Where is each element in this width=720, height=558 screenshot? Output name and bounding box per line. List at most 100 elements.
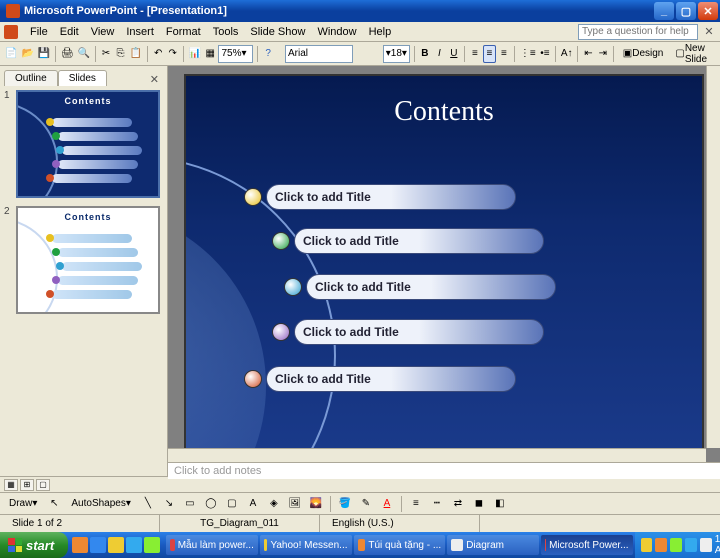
line-style-icon[interactable]: ≡ [407, 495, 425, 513]
maximize-button[interactable]: ▢ [676, 2, 696, 20]
app-icon [6, 4, 20, 18]
italic-button[interactable]: I [433, 45, 445, 63]
doc-close-button[interactable]: ✕ [702, 25, 716, 38]
help-icon[interactable]: ? [262, 45, 274, 63]
content-pill[interactable]: Click to add Title [266, 184, 516, 210]
font-combo[interactable]: Arial [285, 45, 353, 63]
decrease-indent-icon[interactable]: ⇤ [582, 45, 594, 63]
line-icon[interactable]: ╲ [139, 495, 157, 513]
tray-icon[interactable] [641, 538, 653, 552]
slide-title[interactable]: Contents [186, 96, 702, 128]
close-button[interactable]: ✕ [698, 2, 718, 20]
vertical-scrollbar[interactable] [706, 66, 720, 448]
menu-help[interactable]: Help [363, 24, 398, 40]
3d-icon[interactable]: ◧ [491, 495, 509, 513]
oval-icon[interactable]: ◯ [202, 495, 220, 513]
slide-canvas[interactable]: Contents Click to add Title Click to add … [184, 74, 704, 454]
select-arrow-icon[interactable]: ↖ [45, 495, 63, 513]
paste-icon[interactable]: 📋 [129, 45, 143, 63]
help-search-input[interactable] [578, 24, 698, 40]
autoshapes-menu[interactable]: AutoShapes ▾ [66, 495, 136, 513]
zoom-combo[interactable]: 75% ▾ [218, 45, 253, 63]
underline-button[interactable]: U [448, 45, 460, 63]
align-center-icon[interactable]: ≡ [483, 45, 495, 63]
new-icon[interactable]: 📄 [4, 45, 18, 63]
menu-view[interactable]: View [85, 24, 121, 40]
preview-icon[interactable]: 🔍 [77, 45, 91, 63]
sorter-view-button[interactable]: ⊞ [20, 479, 34, 491]
textbox-icon[interactable]: ▢ [223, 495, 241, 513]
task-item[interactable]: Yahoo! Messen... [260, 535, 352, 555]
minimize-button[interactable]: _ [654, 2, 674, 20]
menu-window[interactable]: Window [311, 24, 362, 40]
menu-slideshow[interactable]: Slide Show [244, 24, 311, 40]
menu-format[interactable]: Format [160, 24, 207, 40]
menu-insert[interactable]: Insert [120, 24, 160, 40]
bold-button[interactable]: B [419, 45, 431, 63]
arrow-icon[interactable]: ↘ [160, 495, 178, 513]
normal-view-button[interactable]: ▦ [4, 479, 18, 491]
diagram-icon[interactable]: ◈ [265, 495, 283, 513]
bullet-dot [284, 278, 302, 296]
dash-style-icon[interactable]: ┅ [428, 495, 446, 513]
thumbnail-list[interactable]: 1 Contents 2 Contents [0, 86, 167, 476]
fill-color-icon[interactable]: 🪣 [336, 495, 354, 513]
table-icon[interactable]: ▦ [204, 45, 216, 63]
content-pill[interactable]: Click to add Title [266, 366, 516, 392]
shadow-icon[interactable]: ◼ [470, 495, 488, 513]
align-right-icon[interactable]: ≡ [498, 45, 510, 63]
task-item[interactable]: Microsoft Power... [541, 535, 633, 555]
task-item[interactable]: Túi quà tặng - ... [354, 535, 446, 555]
pane-close-button[interactable]: ✕ [146, 73, 163, 86]
align-left-icon[interactable]: ≡ [469, 45, 481, 63]
cut-icon[interactable]: ✂ [100, 45, 112, 63]
design-button[interactable]: ▣ Design [618, 45, 669, 63]
copy-icon[interactable]: ⎘ [114, 45, 126, 63]
menu-file[interactable]: File [24, 24, 54, 40]
start-button[interactable]: start [0, 532, 68, 558]
tray-icon[interactable] [655, 538, 667, 552]
ql-icon[interactable] [90, 537, 106, 553]
tab-outline[interactable]: Outline [4, 70, 58, 86]
horizontal-scrollbar[interactable] [168, 448, 706, 462]
font-color-icon[interactable]: A [378, 495, 396, 513]
rectangle-icon[interactable]: ▭ [181, 495, 199, 513]
clipart-icon[interactable]: 🖼 [286, 495, 304, 513]
menu-tools[interactable]: Tools [207, 24, 245, 40]
tray-icon[interactable] [700, 538, 712, 552]
picture-icon[interactable]: 🌄 [307, 495, 325, 513]
chart-icon[interactable]: 📊 [188, 45, 202, 63]
ql-icon[interactable] [144, 537, 160, 553]
content-pill[interactable]: Click to add Title [306, 274, 556, 300]
task-item[interactable]: Diagram [447, 535, 539, 555]
new-slide-button[interactable]: ▢ New Slide [670, 45, 716, 63]
tray-icon[interactable] [670, 538, 682, 552]
increase-indent-icon[interactable]: ⇥ [597, 45, 609, 63]
task-item[interactable]: Mẫu làm power... [166, 535, 258, 555]
tab-slides[interactable]: Slides [58, 70, 107, 86]
ql-icon[interactable] [126, 537, 142, 553]
slide-thumbnail[interactable]: Contents [16, 90, 160, 198]
open-icon[interactable]: 📂 [20, 45, 34, 63]
undo-icon[interactable]: ↶ [152, 45, 164, 63]
notes-pane[interactable]: Click to add notes [168, 462, 720, 479]
numbering-icon[interactable]: ⋮≡ [519, 45, 537, 63]
fontsize-combo[interactable]: ▾ 18 ▾ [383, 45, 410, 63]
slideshow-view-button[interactable]: ▢ [36, 479, 50, 491]
redo-icon[interactable]: ↷ [166, 45, 178, 63]
wordart-icon[interactable]: A [244, 495, 262, 513]
content-pill[interactable]: Click to add Title [294, 319, 544, 345]
content-pill[interactable]: Click to add Title [294, 228, 544, 254]
menu-edit[interactable]: Edit [54, 24, 85, 40]
bullets-icon[interactable]: •≡ [539, 45, 551, 63]
print-icon[interactable]: 🖨 [60, 45, 75, 63]
increase-font-icon[interactable]: A↑ [560, 45, 574, 63]
slide-thumbnail[interactable]: Contents [16, 206, 160, 314]
tray-icon[interactable] [685, 538, 697, 552]
arrow-style-icon[interactable]: ⇄ [449, 495, 467, 513]
draw-menu[interactable]: Draw ▾ [4, 495, 42, 513]
ql-icon[interactable] [108, 537, 124, 553]
line-color-icon[interactable]: ✎ [357, 495, 375, 513]
save-icon[interactable]: 💾 [37, 45, 51, 63]
ql-icon[interactable] [72, 537, 88, 553]
